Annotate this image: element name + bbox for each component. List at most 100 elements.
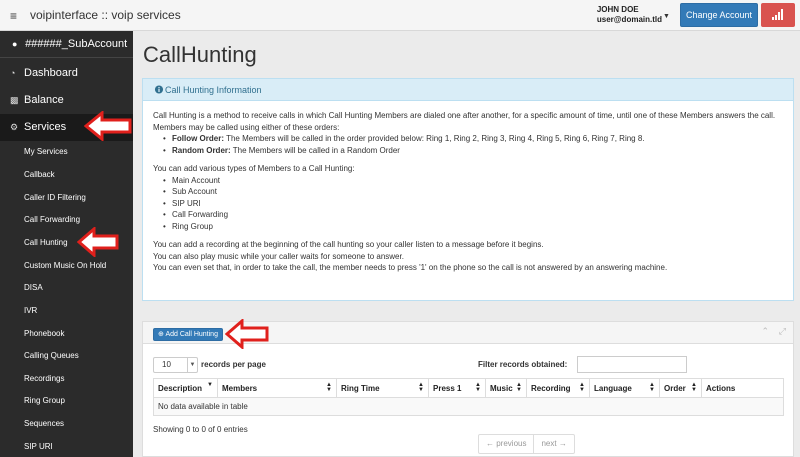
- sidebar-item-disa[interactable]: DISA: [0, 277, 133, 299]
- column-header-music[interactable]: Music ▲ ▼: [485, 378, 527, 398]
- column-header-description[interactable]: Description ▼: [153, 378, 218, 398]
- sidebar-item-phonebook[interactable]: Phonebook: [0, 323, 133, 345]
- list-item: Ring Group: [163, 221, 783, 233]
- expand-icon[interactable]: ⤢: [779, 326, 786, 337]
- bar-chart-icon: ▩: [10, 95, 19, 105]
- sort-icon: ▲ ▼: [516, 382, 522, 393]
- pagination: ← previous next →: [478, 434, 575, 454]
- annotation-arrow-add-button: [225, 319, 269, 349]
- list-item: Call Forwarding: [163, 209, 783, 221]
- empty-table-message: No data available in table: [153, 397, 784, 416]
- column-header-label: Actions: [706, 383, 736, 393]
- sidebar-item-dashboard[interactable]: ◔ Dashboard: [0, 60, 133, 87]
- info-types-intro: You can add various types of Members to …: [153, 164, 355, 173]
- list-item: Main Account: [163, 175, 783, 187]
- table-row: No data available in table: [153, 397, 784, 416]
- column-header-label: Ring Time: [341, 383, 380, 393]
- info-orders-intro: Members may be called using either of th…: [153, 122, 340, 132]
- table-info: Showing 0 to 0 of 0 entries: [153, 425, 248, 434]
- sort-icon: ▲ ▼: [649, 382, 655, 393]
- sidebar-item-sip-uri[interactable]: SIP URI: [0, 436, 133, 457]
- user-icon: ●: [12, 39, 18, 49]
- column-header-label: Press 1: [433, 383, 462, 393]
- annotation-arrow-call-hunting: [77, 227, 119, 257]
- random-order-label: Random Order:: [172, 145, 231, 155]
- top-bar: ≡ voipinterface :: voip services JOHN DO…: [0, 0, 800, 31]
- table-header-row: Description ▼ Members ▲ ▼ Ring Time ▲ ▼ Press…: [153, 378, 784, 398]
- orders-list: Follow Order: The Members will be called…: [163, 133, 783, 156]
- add-call-hunting-label: Add Call Hunting: [165, 331, 218, 338]
- follow-order-text: The Members will be called in the order …: [224, 134, 645, 143]
- user-email: user@domain.tld: [596, 15, 662, 24]
- sidebar-item-custom-music-on-hold[interactable]: Custom Music On Hold: [0, 255, 133, 277]
- annotation-arrow-services: [84, 111, 132, 141]
- previous-page-button[interactable]: ← previous: [479, 435, 533, 453]
- list-item: Follow Order: The Members will be called…: [163, 133, 783, 145]
- column-header-members[interactable]: Members ▲ ▼: [217, 378, 337, 398]
- menu-icon[interactable]: ≡: [10, 9, 17, 23]
- column-header-actions: Actions: [701, 378, 784, 398]
- info-panel: Call Hunting Information Call Hunting is…: [142, 78, 794, 301]
- user-menu[interactable]: JOHN DOE user@domain.tld: [597, 5, 662, 25]
- column-header-order[interactable]: Order ▲ ▼: [659, 378, 702, 398]
- column-header-recording[interactable]: Recording ▲ ▼: [526, 378, 590, 398]
- column-header-label: Language: [594, 383, 632, 393]
- info-note: You can add a recording at the beginning…: [153, 240, 544, 249]
- call-hunting-table: Description ▼ Members ▲ ▼ Ring Time ▲ ▼ Press…: [153, 378, 784, 416]
- plus-circle-icon: ⊕: [158, 331, 164, 338]
- info-circle-icon: [154, 85, 164, 94]
- page-length-select[interactable]: 10 ▼: [153, 357, 198, 373]
- sidebar-item-label: Services: [24, 121, 67, 133]
- random-order-text: The Members will be called in a Random O…: [230, 145, 400, 155]
- follow-order-label: Follow Order:: [172, 134, 224, 143]
- sidebar-item-balance[interactable]: ▩ Balance: [0, 87, 133, 114]
- change-account-button[interactable]: Change Account: [680, 3, 758, 27]
- column-header-label: Order: [664, 383, 686, 393]
- column-header-ring-time[interactable]: Ring Time ▲ ▼: [336, 378, 429, 398]
- column-header-label: Recording: [531, 383, 571, 393]
- list-item: SIP URI: [163, 198, 783, 210]
- sort-icon: ▲ ▼: [418, 382, 424, 393]
- sort-icon: ▲ ▼: [326, 382, 332, 393]
- column-header-label: Members: [222, 383, 258, 393]
- caret-down-icon[interactable]: ▼: [663, 13, 670, 20]
- info-note: You can even set that, in order to take …: [153, 263, 668, 272]
- next-page-button[interactable]: next →: [533, 435, 573, 453]
- column-header-language[interactable]: Language ▲ ▼: [589, 378, 660, 398]
- gear-icon: ⚙: [10, 122, 19, 132]
- sidebar-item-sequences[interactable]: Sequences: [0, 413, 133, 435]
- column-header-label: Music: [490, 383, 513, 393]
- sidebar-item-callback[interactable]: Callback: [0, 164, 133, 186]
- info-note: You can also play music while your calle…: [153, 251, 404, 261]
- sort-icon: ▲ ▼: [475, 382, 481, 393]
- list-item: Random Order: The Members will be called…: [163, 145, 783, 157]
- filter-label: Filter records obtained:: [478, 360, 568, 369]
- page-title: CallHunting: [143, 42, 257, 67]
- add-call-hunting-button[interactable]: ⊕ Add Call Hunting: [153, 328, 223, 341]
- column-header-press-1[interactable]: Press 1 ▲ ▼: [428, 378, 486, 398]
- member-types-list: Main Account Sub Account SIP URI Call Fo…: [163, 175, 783, 233]
- sidebar-item-label: Balance: [24, 94, 64, 106]
- page-length-label: records per page: [201, 360, 266, 369]
- sidebar-item-caller-id-filtering[interactable]: Caller ID Filtering: [0, 187, 133, 209]
- page-length-value: 10: [162, 360, 171, 369]
- sidebar-item-recordings[interactable]: Recordings: [0, 368, 133, 390]
- sidebar-item-ring-group[interactable]: Ring Group: [0, 390, 133, 412]
- info-panel-body: Call Hunting is a method to receive call…: [143, 101, 793, 274]
- sort-desc-icon: ▼: [207, 382, 213, 388]
- sort-icon: ▲ ▼: [691, 382, 697, 393]
- info-panel-title: Call Hunting Information: [165, 85, 262, 95]
- sidebar-item-calling-queues[interactable]: Calling Queues: [0, 345, 133, 367]
- sort-icon: ▲ ▼: [579, 382, 585, 393]
- user-name: JOHN DOE: [596, 5, 639, 14]
- sidebar-item-ivr[interactable]: IVR: [0, 300, 133, 322]
- signal-bars-icon: [772, 9, 783, 20]
- signal-status-button[interactable]: [761, 3, 795, 27]
- sidebar-item-my-services[interactable]: My Services: [0, 141, 133, 163]
- filter-input[interactable]: [577, 356, 687, 373]
- collapse-icon[interactable]: ⌃: [761, 326, 769, 337]
- info-intro: Call Hunting is a method to receive call…: [153, 111, 776, 120]
- app-title: voipinterface :: voip services: [30, 8, 181, 22]
- info-panel-header: Call Hunting Information: [143, 79, 793, 101]
- sidebar-account[interactable]: ● ######_SubAccount: [0, 31, 133, 58]
